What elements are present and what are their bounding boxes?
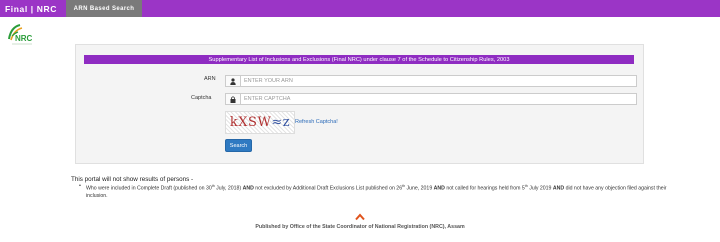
top-navbar: Final | NRC ARN Based Search bbox=[0, 0, 720, 17]
arn-input[interactable] bbox=[242, 76, 632, 86]
scroll-to-top-icon[interactable] bbox=[355, 208, 365, 221]
search-button[interactable]: Search bbox=[225, 139, 252, 152]
footer-text: Published by Office of the State Coordin… bbox=[255, 224, 465, 230]
captcha-text-part: kXSW bbox=[229, 115, 272, 130]
arn-label: ARN bbox=[204, 76, 216, 82]
lock-icon bbox=[226, 94, 241, 104]
user-icon bbox=[226, 76, 241, 86]
notice-item: Who were included in Complete Draft (pub… bbox=[86, 184, 667, 200]
captcha-field bbox=[225, 93, 637, 105]
logo-text: NRC bbox=[15, 34, 33, 43]
refresh-captcha-link[interactable]: Refresh Captcha! bbox=[295, 119, 338, 125]
captcha-label: Captcha bbox=[191, 95, 212, 101]
search-card: Supplementary List of Inclusions and Exc… bbox=[75, 44, 644, 164]
arn-field bbox=[225, 75, 637, 87]
notice-title: This portal will not show results of per… bbox=[71, 176, 194, 183]
bullet: • bbox=[79, 183, 81, 189]
captcha-image: kXSW ≈z bbox=[225, 111, 295, 134]
tab-arn-based-search[interactable]: ARN Based Search bbox=[66, 0, 142, 17]
captcha-text-part: ≈z bbox=[271, 115, 291, 130]
nrc-logo: NRC bbox=[6, 22, 36, 48]
form-banner: Supplementary List of Inclusions and Exc… bbox=[84, 55, 634, 64]
captcha-input[interactable] bbox=[242, 94, 632, 104]
brand-title[interactable]: Final | NRC bbox=[0, 0, 66, 17]
